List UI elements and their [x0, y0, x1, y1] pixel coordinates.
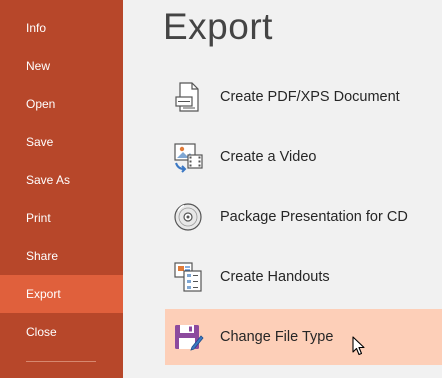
page-title: Export	[163, 6, 273, 47]
option-label: Package Presentation for CD	[220, 209, 408, 225]
create-handouts-option[interactable]: Create Handouts	[165, 249, 442, 305]
nav-item-save-as[interactable]: Save As	[0, 161, 123, 199]
cd-icon	[174, 203, 202, 231]
pdf-document-icon	[175, 82, 199, 112]
handouts-icon	[174, 262, 202, 292]
package-presentation-cd-option[interactable]: Package Presentation for CD	[165, 189, 442, 245]
video-icon	[174, 143, 203, 173]
nav-item-open[interactable]: Open	[0, 85, 123, 123]
sidebar-divider	[26, 361, 96, 362]
export-pane: Export Create PDF/XPS Document Create a …	[123, 0, 442, 378]
save-file-type-icon	[175, 325, 204, 351]
option-label: Change File Type	[220, 329, 334, 345]
create-pdf-xps-option[interactable]: Create PDF/XPS Document	[165, 69, 442, 125]
change-file-type-option[interactable]: Change File Type	[165, 309, 442, 365]
option-label: Create Handouts	[220, 269, 330, 285]
nav-item-print[interactable]: Print	[0, 199, 123, 237]
option-label: Create a Video	[220, 149, 317, 165]
nav-item-share[interactable]: Share	[0, 237, 123, 275]
nav-item-new[interactable]: New	[0, 47, 123, 85]
nav-item-close[interactable]: Close	[0, 313, 123, 351]
nav-item-save[interactable]: Save	[0, 123, 123, 161]
option-label: Create PDF/XPS Document	[220, 89, 400, 105]
mouse-pointer-icon	[352, 336, 365, 356]
backstage-sidebar: Info New Open Save Save As Print Share E…	[0, 0, 123, 378]
nav-item-export[interactable]: Export	[0, 275, 123, 313]
nav-item-info[interactable]: Info	[0, 9, 123, 47]
create-video-option[interactable]: Create a Video	[165, 129, 442, 185]
